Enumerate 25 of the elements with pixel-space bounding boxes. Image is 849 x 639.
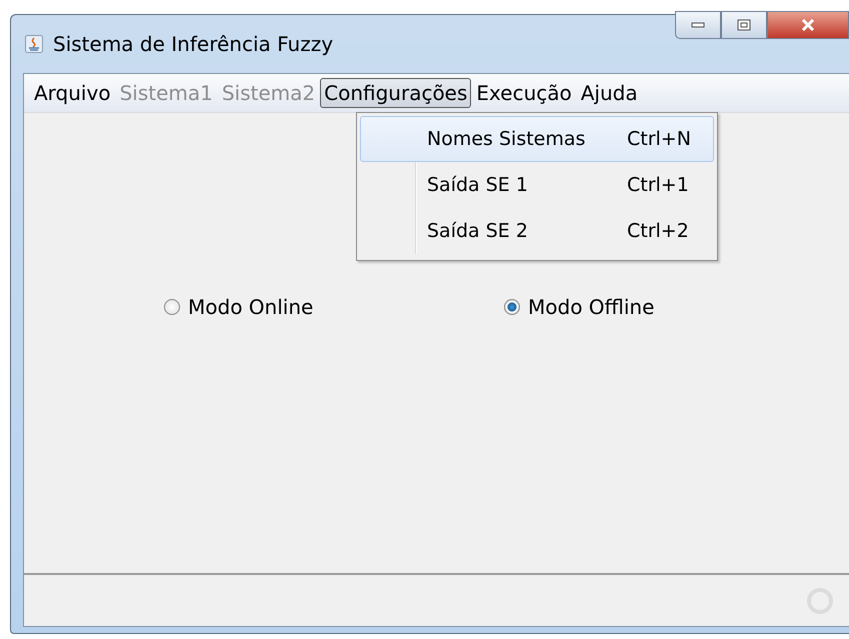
close-button[interactable] <box>767 11 849 39</box>
menu-item-label: Nomes Sistemas <box>427 128 586 150</box>
radio-button[interactable] <box>504 299 520 315</box>
menu-item[interactable]: Configurações <box>320 78 472 108</box>
app-icon <box>25 35 43 53</box>
radio-button[interactable] <box>164 299 180 315</box>
window-title: Sistema de Inferência Fuzzy <box>53 32 334 56</box>
shortcut-label: Ctrl+N <box>627 128 691 150</box>
menu-item[interactable]: Nomes Sistemas Ctrl+N <box>360 116 714 162</box>
close-icon <box>800 19 816 31</box>
maximize-button[interactable] <box>721 11 767 39</box>
menu-item[interactable]: Saída SE 1 Ctrl+1 <box>360 162 714 208</box>
menu-item-label: Saída SE 1 <box>427 174 529 196</box>
radio-label: Modo Online <box>188 295 314 319</box>
menu-item[interactable]: Saída SE 2 Ctrl+2 <box>360 208 714 254</box>
minimize-button[interactable] <box>675 11 721 39</box>
menu-item[interactable]: Ajuda <box>576 78 642 108</box>
menu-item-label: Saída SE 2 <box>427 220 529 242</box>
shortcut-label: Ctrl+2 <box>627 220 689 242</box>
radio-label: Modo Offline <box>528 295 654 319</box>
menu-item[interactable]: Arquivo <box>30 78 115 108</box>
minimize-icon <box>691 22 705 28</box>
menu-item[interactable]: Execução <box>472 78 576 108</box>
maximize-icon <box>737 19 751 31</box>
shortcut-label: Ctrl+1 <box>627 174 689 196</box>
